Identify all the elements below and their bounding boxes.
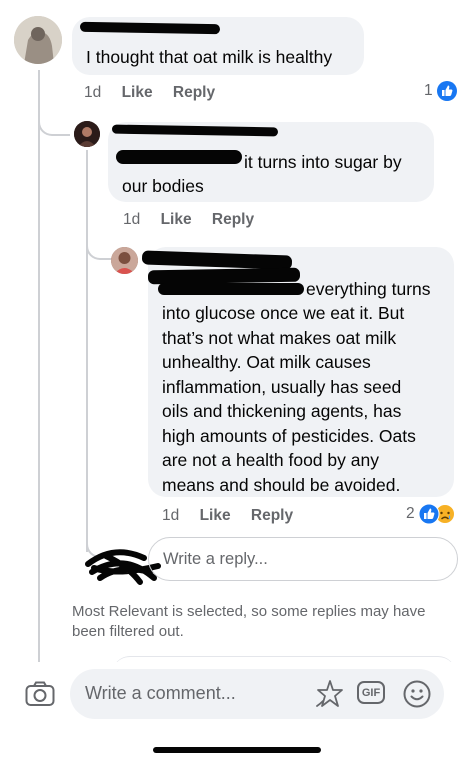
like-reaction-icon	[418, 503, 455, 525]
redacted-author-name	[79, 21, 221, 35]
reaction-summary[interactable]: 2	[406, 503, 455, 526]
comment-actions: 1d Like Reply	[162, 507, 293, 525]
gif-icon[interactable]: GIF	[357, 681, 385, 704]
like-reaction-icon	[436, 81, 457, 101]
comment-text-body: into glucose once we eat it. But that’s …	[162, 301, 416, 497]
comment-text: it turns into sugar by	[244, 152, 402, 172]
comment-text-line: our bodies	[122, 176, 204, 196]
thread-line-main	[38, 70, 40, 662]
comment-timestamp: 1d	[84, 84, 102, 101]
like-button[interactable]: Like	[200, 507, 231, 524]
comment-bubble: everything turns into glucose once we ea…	[141, 247, 454, 497]
avatar-photo	[14, 16, 62, 64]
avatar-photo	[111, 247, 138, 274]
redacted-mention	[116, 150, 242, 164]
comment-text: everything turns	[306, 279, 431, 299]
reaction-count: 1	[424, 82, 433, 99]
thread-connector-1	[38, 110, 70, 136]
comment-text-line: oils and thickening agents, has	[162, 401, 402, 421]
reply-button[interactable]: Reply	[251, 507, 293, 524]
comment-timestamp: 1d	[123, 211, 141, 228]
comment-text-line: high amounts of pesticides. Oats	[162, 425, 416, 446]
like-button[interactable]: Like	[161, 211, 192, 228]
comment-text-line: that’s not what makes oat milk	[162, 327, 397, 348]
avatar[interactable]	[111, 247, 138, 274]
redacted-author-name	[111, 124, 279, 137]
comment-input-placeholder: Write a comment...	[85, 683, 236, 703]
reply-button[interactable]: Reply	[212, 211, 254, 228]
comment-actions: 1d Like Reply	[123, 211, 254, 229]
comment-actions: 1d Like Reply	[84, 84, 215, 102]
comment-bubble: I thought that oat milk is healthy	[72, 17, 364, 75]
home-indicator[interactable]	[153, 747, 321, 753]
camera-icon[interactable]	[25, 681, 55, 707]
filter-notice: Most Relevant is selected, so some repli…	[72, 603, 426, 640]
like-button[interactable]: Like	[122, 84, 153, 101]
reaction-summary[interactable]: 1	[424, 81, 457, 103]
redacted-author-name	[141, 250, 293, 270]
thread-connector-2	[86, 236, 112, 260]
gif-label: GIF	[361, 687, 381, 699]
thread-line-reply	[86, 150, 88, 552]
comment-text-line: into glucose once we eat it. But	[162, 303, 405, 323]
redacted-mention	[158, 283, 304, 295]
avatar-photo	[74, 121, 100, 147]
redacted-mention	[147, 267, 301, 285]
comment-text-line: means and should be avoided.	[162, 474, 401, 495]
comment-input[interactable]: Write a comment... GIF	[70, 669, 444, 719]
sticker-icon[interactable]	[314, 679, 344, 709]
comment-text: I thought that oat milk is healthy	[86, 47, 333, 67]
comment-text-line: unhealthy. Oat milk causes	[162, 352, 371, 372]
avatar[interactable]	[14, 16, 62, 64]
comment-text-line: inflammation, usually has seed	[162, 376, 402, 397]
reply-input-placeholder: Write a reply...	[163, 550, 268, 568]
comment-text-line: are not a health food by any	[162, 450, 379, 470]
reply-button[interactable]: Reply	[173, 84, 215, 101]
comment-bubble: it turns into sugar by our bodies	[108, 122, 434, 202]
comment-timestamp: 1d	[162, 507, 180, 524]
reaction-count: 2	[406, 505, 415, 522]
avatar[interactable]	[74, 121, 100, 147]
emoji-icon[interactable]	[403, 680, 431, 708]
reply-input[interactable]: Write a reply...	[148, 537, 458, 581]
